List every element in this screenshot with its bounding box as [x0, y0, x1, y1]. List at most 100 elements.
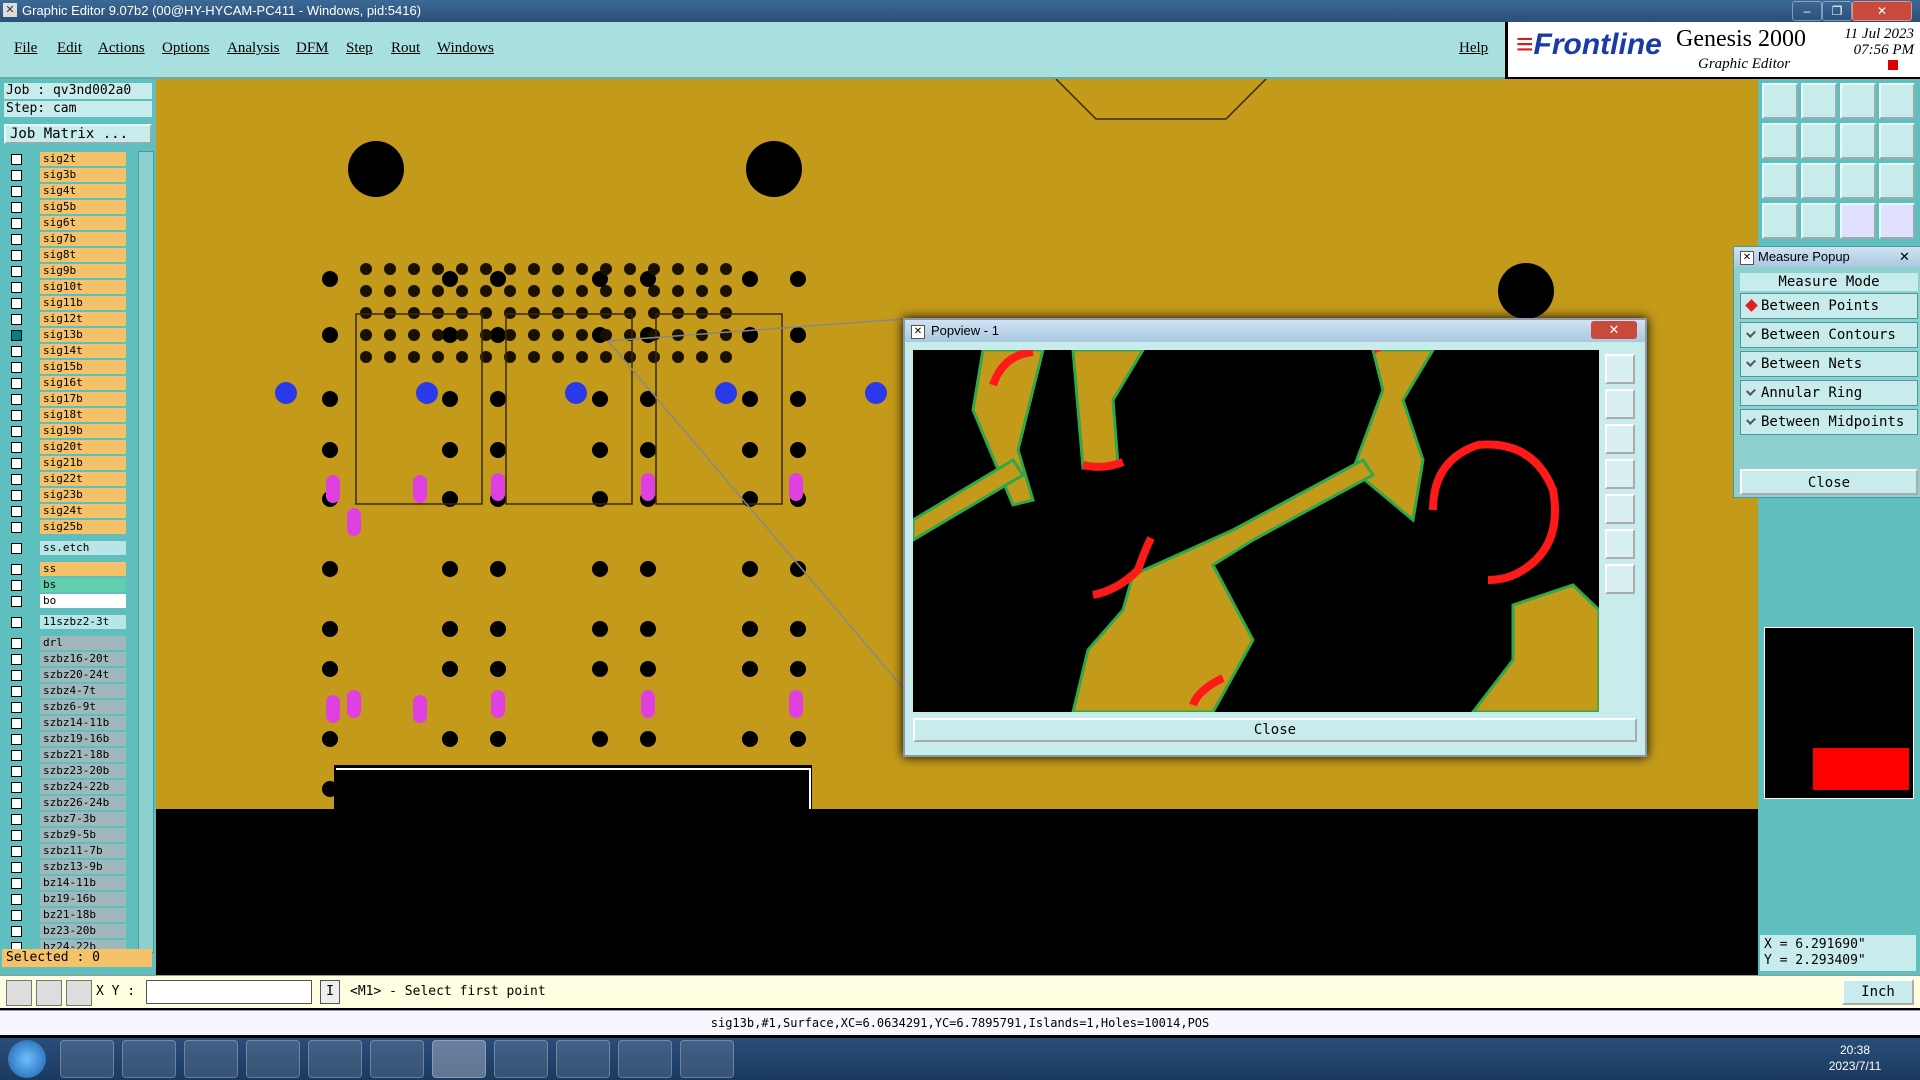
- layer-row-sig14t[interactable]: sig14t: [6, 344, 126, 359]
- layer-row-sig5b[interactable]: sig5b: [6, 200, 126, 215]
- layer-checkbox[interactable]: [11, 442, 22, 453]
- mode-annular-ring[interactable]: Annular Ring: [1740, 380, 1918, 406]
- layer-row-sig24t[interactable]: sig24t: [6, 504, 126, 519]
- layer-checkbox[interactable]: [11, 846, 22, 857]
- layer-row-sig18t[interactable]: sig18t: [6, 408, 126, 423]
- layer-row-bz19-16b[interactable]: bz19-16b: [6, 892, 126, 907]
- job-matrix-button[interactable]: Job Matrix ...: [4, 124, 152, 144]
- layer-row-drl[interactable]: drl: [6, 636, 126, 651]
- taskbar-app-p-icon[interactable]: [308, 1040, 362, 1078]
- layer-checkbox[interactable]: [11, 878, 22, 889]
- popview-tool-button[interactable]: [1605, 354, 1635, 384]
- view-tool-button[interactable]: [1762, 203, 1798, 239]
- layer-row-szbz16-20t[interactable]: szbz16-20t: [6, 652, 126, 667]
- taskbar-app-genesis-icon[interactable]: [432, 1040, 486, 1078]
- layer-checkbox[interactable]: [11, 580, 22, 591]
- layer-checkbox[interactable]: [11, 234, 22, 245]
- layer-checkbox[interactable]: [11, 218, 22, 229]
- popview-close-icon[interactable]: ✕: [1591, 321, 1637, 339]
- layer-checkbox[interactable]: [11, 617, 22, 628]
- menu-dfm[interactable]: DFM: [296, 40, 329, 57]
- view-tool-button[interactable]: [1840, 203, 1876, 239]
- layer-row-sig25b[interactable]: sig25b: [6, 520, 126, 535]
- layer-row-sig21b[interactable]: sig21b: [6, 456, 126, 471]
- layer-row-sig22t[interactable]: sig22t: [6, 472, 126, 487]
- taskbar-app-red-icon[interactable]: [184, 1040, 238, 1078]
- layer-row-sig17b[interactable]: sig17b: [6, 392, 126, 407]
- layer-checkbox[interactable]: [11, 766, 22, 777]
- layer-checkbox[interactable]: [11, 926, 22, 937]
- xy-input[interactable]: [146, 980, 312, 1004]
- layer-checkbox[interactable]: [11, 702, 22, 713]
- layer-row-sig19b[interactable]: sig19b: [6, 424, 126, 439]
- layer-checkbox[interactable]: [11, 686, 22, 697]
- layer-row-szbz23-20b[interactable]: szbz23-20b: [6, 764, 126, 779]
- layer-row-sig11b[interactable]: sig11b: [6, 296, 126, 311]
- measure-close-button[interactable]: Close: [1740, 469, 1918, 495]
- taskbar-app-word-icon[interactable]: [556, 1040, 610, 1078]
- menu-file[interactable]: File: [14, 40, 37, 57]
- layer-checkbox[interactable]: [11, 596, 22, 607]
- view-tool-button[interactable]: [1801, 123, 1837, 159]
- taskbar-app-excel-icon[interactable]: [494, 1040, 548, 1078]
- layer-row-bz23-20b[interactable]: bz23-20b: [6, 924, 126, 939]
- layer-checkbox[interactable]: [11, 282, 22, 293]
- view-tool-button[interactable]: [1879, 83, 1915, 119]
- menu-help[interactable]: Help: [1459, 40, 1488, 57]
- layer-checkbox[interactable]: [11, 734, 22, 745]
- menu-options[interactable]: Options: [162, 40, 210, 57]
- layer-checkbox[interactable]: [11, 910, 22, 921]
- layer-row-sig9b[interactable]: sig9b: [6, 264, 126, 279]
- layer-checkbox[interactable]: [11, 170, 22, 181]
- menu-step[interactable]: Step: [346, 40, 373, 57]
- layer-row-ss[interactable]: ss: [6, 562, 126, 577]
- layer-checkbox[interactable]: [11, 830, 22, 841]
- view-tool-button[interactable]: [1840, 83, 1876, 119]
- layer-checkbox[interactable]: [11, 154, 22, 165]
- view-tool-button[interactable]: [1762, 163, 1798, 199]
- layer-row-sig7b[interactable]: sig7b: [6, 232, 126, 247]
- layer-checkbox[interactable]: [11, 814, 22, 825]
- mode-between-midpoints[interactable]: Between Midpoints: [1740, 409, 1918, 435]
- view-tool-button[interactable]: [1840, 123, 1876, 159]
- layer-row-szbz9-5b[interactable]: szbz9-5b: [6, 828, 126, 843]
- popview-tool-button[interactable]: [1605, 459, 1635, 489]
- close-window-button[interactable]: ✕: [1852, 1, 1912, 21]
- view-tool-button[interactable]: [1762, 83, 1798, 119]
- layer-checkbox[interactable]: [11, 506, 22, 517]
- layer-checkbox[interactable]: [11, 330, 22, 341]
- start-button-icon[interactable]: [8, 1040, 46, 1078]
- layer-row-bz21-18b[interactable]: bz21-18b: [6, 908, 126, 923]
- measure-tool-icon[interactable]: [36, 980, 62, 1006]
- layer-checkbox[interactable]: [11, 564, 22, 575]
- menu-analysis[interactable]: Analysis: [227, 40, 280, 57]
- popview-tool-button[interactable]: [1605, 424, 1635, 454]
- layer-checkbox[interactable]: [11, 782, 22, 793]
- layer-row-szbz6-9t[interactable]: szbz6-9t: [6, 700, 126, 715]
- layer-checkbox[interactable]: [11, 362, 22, 373]
- layer-checkbox[interactable]: [11, 458, 22, 469]
- layer-row-szbz19-16b[interactable]: szbz19-16b: [6, 732, 126, 747]
- view-tool-button[interactable]: [1801, 203, 1837, 239]
- mode-between-points[interactable]: Between Points: [1740, 293, 1918, 319]
- layer-row-szbz24-22b[interactable]: szbz24-22b: [6, 780, 126, 795]
- layer-row-sig13b[interactable]: sig13b: [6, 328, 126, 343]
- menu-windows[interactable]: Windows: [437, 40, 494, 57]
- layer-checkbox[interactable]: [11, 314, 22, 325]
- view-tool-button[interactable]: [1879, 123, 1915, 159]
- layer-row-szbz4-7t[interactable]: szbz4-7t: [6, 684, 126, 699]
- mode-between-contours[interactable]: Between Contours: [1740, 322, 1918, 348]
- maximize-button[interactable]: ❐: [1822, 1, 1852, 21]
- layer-row-szbz14-11b[interactable]: szbz14-11b: [6, 716, 126, 731]
- view-tool-button[interactable]: [1801, 163, 1837, 199]
- overview-map[interactable]: [1764, 627, 1914, 799]
- layer-row-bs[interactable]: bs: [6, 578, 126, 593]
- mode-between-nets[interactable]: Between Nets: [1740, 351, 1918, 377]
- view-tool-button[interactable]: [1801, 83, 1837, 119]
- layer-checkbox[interactable]: [11, 670, 22, 681]
- layer-checkbox[interactable]: [11, 346, 22, 357]
- layer-row-sig4t[interactable]: sig4t: [6, 184, 126, 199]
- popview-close-button[interactable]: Close: [913, 718, 1637, 742]
- menu-rout[interactable]: Rout: [391, 40, 420, 57]
- layer-checkbox[interactable]: [11, 894, 22, 905]
